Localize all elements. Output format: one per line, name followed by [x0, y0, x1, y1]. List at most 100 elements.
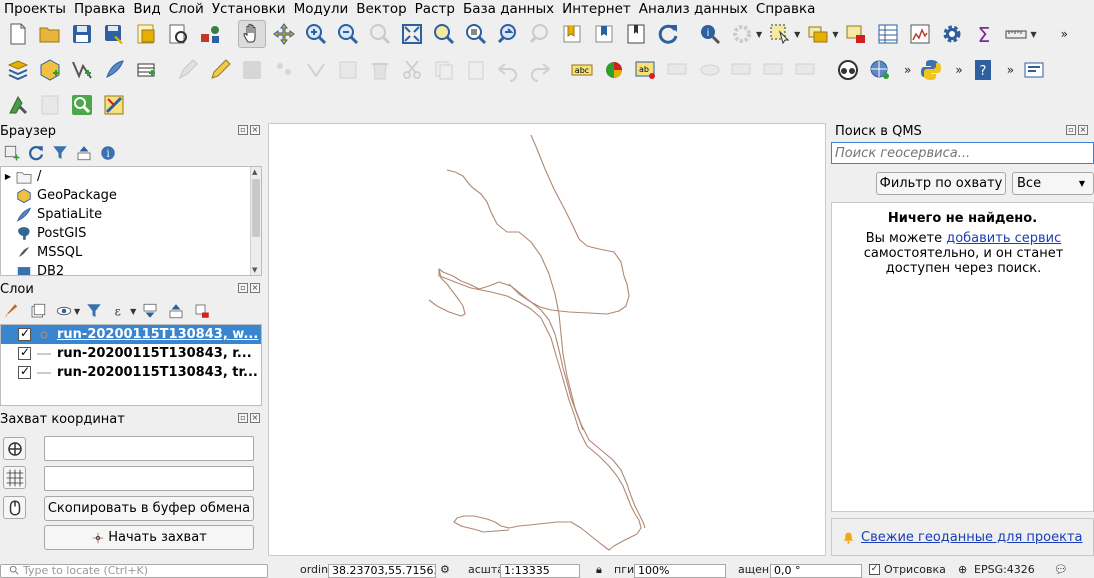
python-console-icon[interactable]: [917, 56, 945, 84]
menu-item-3[interactable]: Слой: [165, 2, 208, 16]
pin-labels-icon[interactable]: [664, 56, 692, 84]
float-panel-icon[interactable]: ▫: [238, 125, 248, 135]
add-selected-layers-icon[interactable]: [2, 143, 22, 163]
layer-styling-brush-icon[interactable]: [2, 301, 22, 321]
measure-dropdown-arrow[interactable]: ▼: [1030, 30, 1036, 39]
new-print-layout-icon[interactable]: [132, 20, 160, 48]
zoom-in-icon[interactable]: [302, 20, 330, 48]
filter-browser-icon[interactable]: [50, 143, 70, 163]
zoom-next-icon[interactable]: [526, 20, 554, 48]
expression-dropdown-arrow[interactable]: ▼: [130, 307, 136, 316]
crs-selector-button[interactable]: [3, 437, 26, 460]
style-manager-icon[interactable]: [196, 20, 224, 48]
menu-item-7[interactable]: Растр: [411, 2, 459, 16]
coord-field-1[interactable]: [44, 436, 254, 461]
tree-item-db2[interactable]: DB2: [1, 262, 261, 275]
new-temp-layer-icon[interactable]: [100, 56, 128, 84]
float-panel-icon[interactable]: ▫: [238, 283, 248, 293]
diagram-options-icon[interactable]: [600, 56, 628, 84]
scale-field[interactable]: 1:13335: [500, 564, 580, 578]
save-edits-icon[interactable]: [238, 56, 266, 84]
redo-icon[interactable]: [526, 56, 554, 84]
open-project-icon[interactable]: [36, 20, 64, 48]
start-capture-button[interactable]: Начать захват: [44, 525, 254, 550]
zoom-last-icon[interactable]: [494, 20, 522, 48]
remove-layer-icon[interactable]: [192, 301, 212, 321]
action-gear-icon[interactable]: [728, 20, 756, 48]
new-project-icon[interactable]: [4, 20, 32, 48]
new-geopackage-layer-icon[interactable]: [36, 56, 64, 84]
menu-item-11[interactable]: Справка: [752, 2, 819, 16]
menu-item-8[interactable]: База данных: [459, 2, 558, 16]
quickmapservices-icon[interactable]: [834, 56, 862, 84]
layer-row[interactable]: run-20200115T130843, tr...: [1, 363, 261, 382]
undo-icon[interactable]: [494, 56, 522, 84]
new-vector-layer-icon[interactable]: [68, 56, 96, 84]
select-features-icon[interactable]: [766, 20, 794, 48]
filter-by-extent-button[interactable]: Фильтр по охвату: [876, 172, 1006, 195]
rotation-field[interactable]: 0,0 °: [770, 564, 862, 578]
add-group-icon[interactable]: [28, 301, 48, 321]
layer-visibility-checkbox[interactable]: [18, 364, 31, 379]
expand-all-icon[interactable]: [140, 301, 160, 321]
identify-features-icon[interactable]: i: [696, 20, 724, 48]
menu-item-6[interactable]: Вектор: [352, 2, 410, 16]
manage-map-themes-eye-icon[interactable]: [54, 301, 74, 321]
messages-icon[interactable]: 💬︎: [1054, 564, 1068, 576]
copy-features-icon[interactable]: [430, 56, 458, 84]
tree-item-geopackage[interactable]: GeoPackage: [1, 186, 261, 205]
tracking-button[interactable]: [3, 496, 26, 519]
vertex-tool-icon[interactable]: [302, 56, 330, 84]
pan-hand-icon[interactable]: [238, 20, 266, 48]
toolbar1-more-chevron[interactable]: »: [1061, 27, 1068, 41]
add-service-link[interactable]: добавить сервис: [946, 231, 1061, 246]
toggle-extents-icon[interactable]: ⚙: [440, 564, 450, 576]
change-label-icon[interactable]: [792, 56, 820, 84]
toggle-editing-pencil-icon[interactable]: [174, 56, 202, 84]
virtual-layer-icon[interactable]: [132, 56, 160, 84]
qms-search-input[interactable]: [831, 142, 1094, 164]
zoom-full-icon[interactable]: [398, 20, 426, 48]
coordinate-field[interactable]: 38.23703,55.71563: [328, 564, 436, 578]
select-by-value-icon[interactable]: [804, 20, 832, 48]
toolbar2-more-chevron-c[interactable]: »: [1007, 63, 1014, 77]
georeferencer-icon[interactable]: [4, 91, 32, 119]
menu-item-9[interactable]: Интернет: [558, 2, 635, 16]
highlight-pinned-labels-icon[interactable]: ab: [632, 56, 660, 84]
rotate-label-icon[interactable]: [760, 56, 788, 84]
collapse-all-icon[interactable]: [74, 143, 94, 163]
save-as-icon[interactable]: [100, 20, 128, 48]
lock-scale-icon[interactable]: 🔒︎: [596, 564, 602, 576]
copy-to-clipboard-button[interactable]: Скопировать в буфер обмена: [44, 496, 254, 521]
processing-toolbox-gear-icon[interactable]: [938, 20, 966, 48]
paste-features-icon[interactable]: [462, 56, 490, 84]
crs-button[interactable]: EPSG:4326: [974, 564, 1035, 576]
tree-item-postgis[interactable]: PostGIS: [1, 224, 261, 243]
crs-globe-icon[interactable]: ⊕: [958, 564, 967, 576]
collapse-all-layers-icon[interactable]: [166, 301, 186, 321]
cut-features-icon[interactable]: [398, 56, 426, 84]
grid-crs-button[interactable]: [3, 466, 26, 489]
current-edits-pencil-icon[interactable]: [206, 56, 234, 84]
menu-item-0[interactable]: Проекты: [0, 2, 70, 16]
close-panel-icon[interactable]: ×: [250, 125, 260, 135]
layer-visibility-checkbox[interactable]: [18, 326, 31, 341]
select-dropdown-arrow[interactable]: ▼: [794, 30, 800, 39]
close-panel-icon[interactable]: ×: [250, 283, 260, 293]
toolbar2-more-chevron-b[interactable]: »: [955, 63, 962, 77]
field-calculator-icon[interactable]: [906, 20, 934, 48]
browser-scrollbar[interactable]: ▲ ▼: [250, 167, 261, 275]
map-canvas[interactable]: [268, 123, 826, 556]
float-panel-icon[interactable]: ▫: [238, 413, 248, 423]
plugin-disabled-icon[interactable]: [36, 91, 64, 119]
tree-item-root[interactable]: ▶ /: [1, 167, 261, 186]
pan-to-selection-icon[interactable]: [270, 20, 298, 48]
render-checkbox[interactable]: ✓: [869, 564, 880, 575]
refresh-browser-icon[interactable]: [26, 143, 46, 163]
attribute-table-icon[interactable]: [874, 20, 902, 48]
menu-item-1[interactable]: Правка: [70, 2, 129, 16]
menu-item-4[interactable]: Установки: [208, 2, 290, 16]
zoom-native-icon[interactable]: [366, 20, 394, 48]
layout-manager-icon[interactable]: [164, 20, 192, 48]
zoom-to-selection-icon[interactable]: [430, 20, 458, 48]
